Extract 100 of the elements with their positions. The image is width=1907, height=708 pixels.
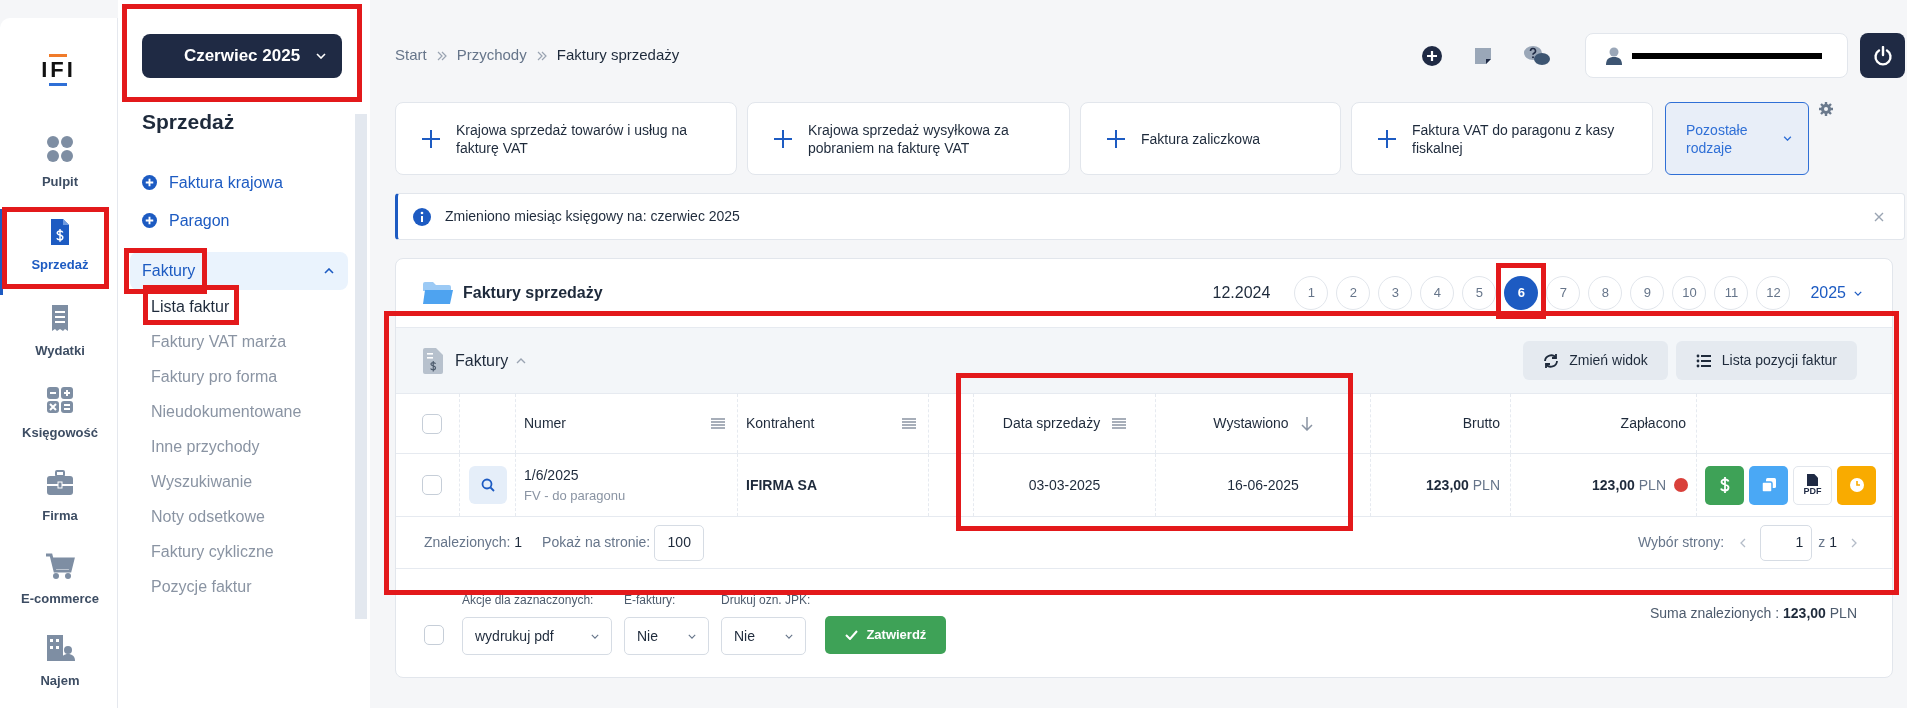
note-icon[interactable]: [1473, 45, 1493, 66]
table-cell-text: 123,00 PLN: [1592, 475, 1666, 495]
page-field[interactable]: 1: [1760, 524, 1813, 561]
breadcrumb-item[interactable]: Start: [395, 44, 427, 67]
close-icon[interactable]: [1874, 211, 1884, 222]
column-header[interactable]: Brutto: [1462, 413, 1500, 434]
logo: IFI: [41, 54, 76, 86]
chevron-up-icon: [324, 267, 334, 274]
toolbar-button[interactable]: Lista pozycji faktur: [1675, 341, 1857, 380]
found-count: Znalezionych: 1: [424, 533, 523, 552]
chevron-left-icon[interactable]: [1740, 537, 1747, 548]
folder-icon: [423, 281, 453, 305]
breadcrumb-item: Faktury sprzedaży: [556, 45, 680, 66]
building-icon: [45, 633, 75, 664]
column-header[interactable]: Data sprzedaży: [1002, 413, 1101, 434]
nav-item[interactable]: Najem: [0, 625, 117, 708]
pdf-button[interactable]: PDF: [1793, 465, 1832, 505]
new-document-card[interactable]: Faktura VAT do paragonu z kasy fiskalnej: [1351, 102, 1653, 175]
chevron-down-icon: [785, 633, 793, 639]
per-page-field[interactable]: 100: [654, 524, 705, 561]
refresh-icon: [1543, 352, 1560, 369]
table-cell-text: IFIRMA SA: [746, 475, 818, 495]
select-field[interactable]: Nie: [624, 617, 709, 655]
preview-button[interactable]: [468, 466, 507, 504]
breadcrumb-item[interactable]: Przychody: [456, 44, 527, 67]
column-header[interactable]: Zapłacono: [1620, 413, 1686, 434]
search-icon: [480, 478, 495, 492]
column-header[interactable]: Wystawiono: [1213, 413, 1289, 434]
nav-item[interactable]: Firma: [0, 460, 117, 543]
add-icon[interactable]: [1421, 44, 1443, 67]
month-button[interactable]: 6: [1504, 276, 1539, 310]
more-types-dropdown[interactable]: Pozostałe rodzaje: [1665, 102, 1809, 175]
select-field[interactable]: wydrukuj pdf: [462, 617, 612, 655]
plus-circle-icon: [142, 213, 157, 228]
chevron-down-icon: [1783, 136, 1792, 141]
document-icon: [423, 347, 443, 374]
column-menu-icon[interactable]: [902, 418, 916, 429]
column-menu-icon[interactable]: [1112, 418, 1127, 429]
info-icon: [413, 207, 431, 226]
column-menu-icon[interactable]: [711, 418, 725, 429]
year-dropdown[interactable]: 2025: [1810, 281, 1862, 305]
payment-button[interactable]: [1705, 465, 1744, 505]
field-label: Pokaż na stronie:: [542, 533, 651, 552]
chevron-down-icon: [591, 633, 599, 639]
user-menu[interactable]: [1585, 33, 1848, 78]
field-label: Wybór strony:: [1637, 533, 1725, 552]
section-title: Sprzedaż: [141, 109, 236, 135]
sidebar-item[interactable]: Lista faktur: [151, 295, 230, 319]
chevron-down-icon: [316, 53, 326, 59]
new-document-card[interactable]: Krajowa sprzedaż towarów i usług na fakturę VAT: [395, 102, 737, 175]
alert-text: Zmieniono miesiąc księgowy na: czerwiec 2025: [445, 207, 741, 226]
table-cell-text: 123,00 PLN: [1426, 475, 1500, 495]
chevron-down-icon: [1854, 290, 1862, 296]
list-icon: [1695, 352, 1712, 369]
checkbox[interactable]: [421, 413, 442, 434]
nav-item[interactable]: Wydatki: [0, 294, 117, 378]
field-label: Drukuj ozn. JPK:: [721, 592, 811, 609]
page-of-label: z: [1818, 533, 1826, 552]
panel-title: Faktury sprzedaży: [463, 283, 604, 303]
nav-item[interactable]: E-commerce: [0, 542, 117, 626]
calculator-icon: [45, 385, 75, 416]
power-button[interactable]: [1860, 33, 1905, 78]
user-icon: [1606, 46, 1622, 65]
sum-total: Suma znalezionych : 123,00 PLN: [1649, 603, 1857, 623]
new-document-card[interactable]: Faktura zaliczkowa: [1080, 102, 1341, 175]
new-document-card[interactable]: Krajowa sprzedaż wysyłkowa za pobraniem na fakturę VAT: [747, 102, 1070, 175]
sidebar-link[interactable]: Faktura krajowa: [118, 163, 348, 202]
invoice-type: FV - do paragonu: [524, 486, 626, 505]
sort-down-icon[interactable]: [1300, 416, 1313, 431]
check-icon: [845, 630, 859, 640]
double-chevron-icon: [436, 50, 447, 61]
nav-item[interactable]: Księgowość: [0, 377, 117, 460]
plus-circle-icon: [142, 175, 157, 190]
copy-button[interactable]: [1749, 465, 1788, 505]
table-cell-text: 16-06-2025: [1227, 475, 1299, 495]
month-picker[interactable]: Czerwiec 2025: [142, 34, 342, 78]
chevron-right-icon[interactable]: [1851, 537, 1857, 548]
column-header[interactable]: Numer: [524, 413, 566, 434]
copy-icon: [1760, 477, 1777, 493]
settings-icon[interactable]: [1819, 102, 1833, 116]
power-icon: [1872, 45, 1893, 66]
chevron-up-icon[interactable]: [516, 357, 527, 364]
scrollbar[interactable]: [355, 114, 367, 619]
reminder-button[interactable]: [1837, 465, 1876, 505]
briefcase-icon: [45, 468, 75, 498]
column-header[interactable]: Kontrahent: [746, 413, 815, 434]
field-label: Akcje dla zaznaczonych:: [462, 592, 595, 609]
select-field[interactable]: Nie: [721, 617, 806, 655]
plus-icon: [422, 129, 440, 148]
nav-item[interactable]: Pulpit: [0, 126, 117, 209]
toolbar-button[interactable]: Zmień widok: [1523, 341, 1668, 380]
sidebar-link[interactable]: Paragon: [118, 201, 348, 240]
dashboard-icon: [45, 134, 75, 164]
help-chat-icon[interactable]: [1523, 43, 1551, 68]
checkbox[interactable]: [421, 475, 442, 495]
checkbox[interactable]: [424, 625, 444, 645]
clock-icon: [1848, 477, 1865, 493]
period-label: 12.2024: [1212, 283, 1271, 303]
invoice-number[interactable]: 1/6/2025: [524, 464, 579, 486]
dollar-icon: [1719, 477, 1730, 493]
